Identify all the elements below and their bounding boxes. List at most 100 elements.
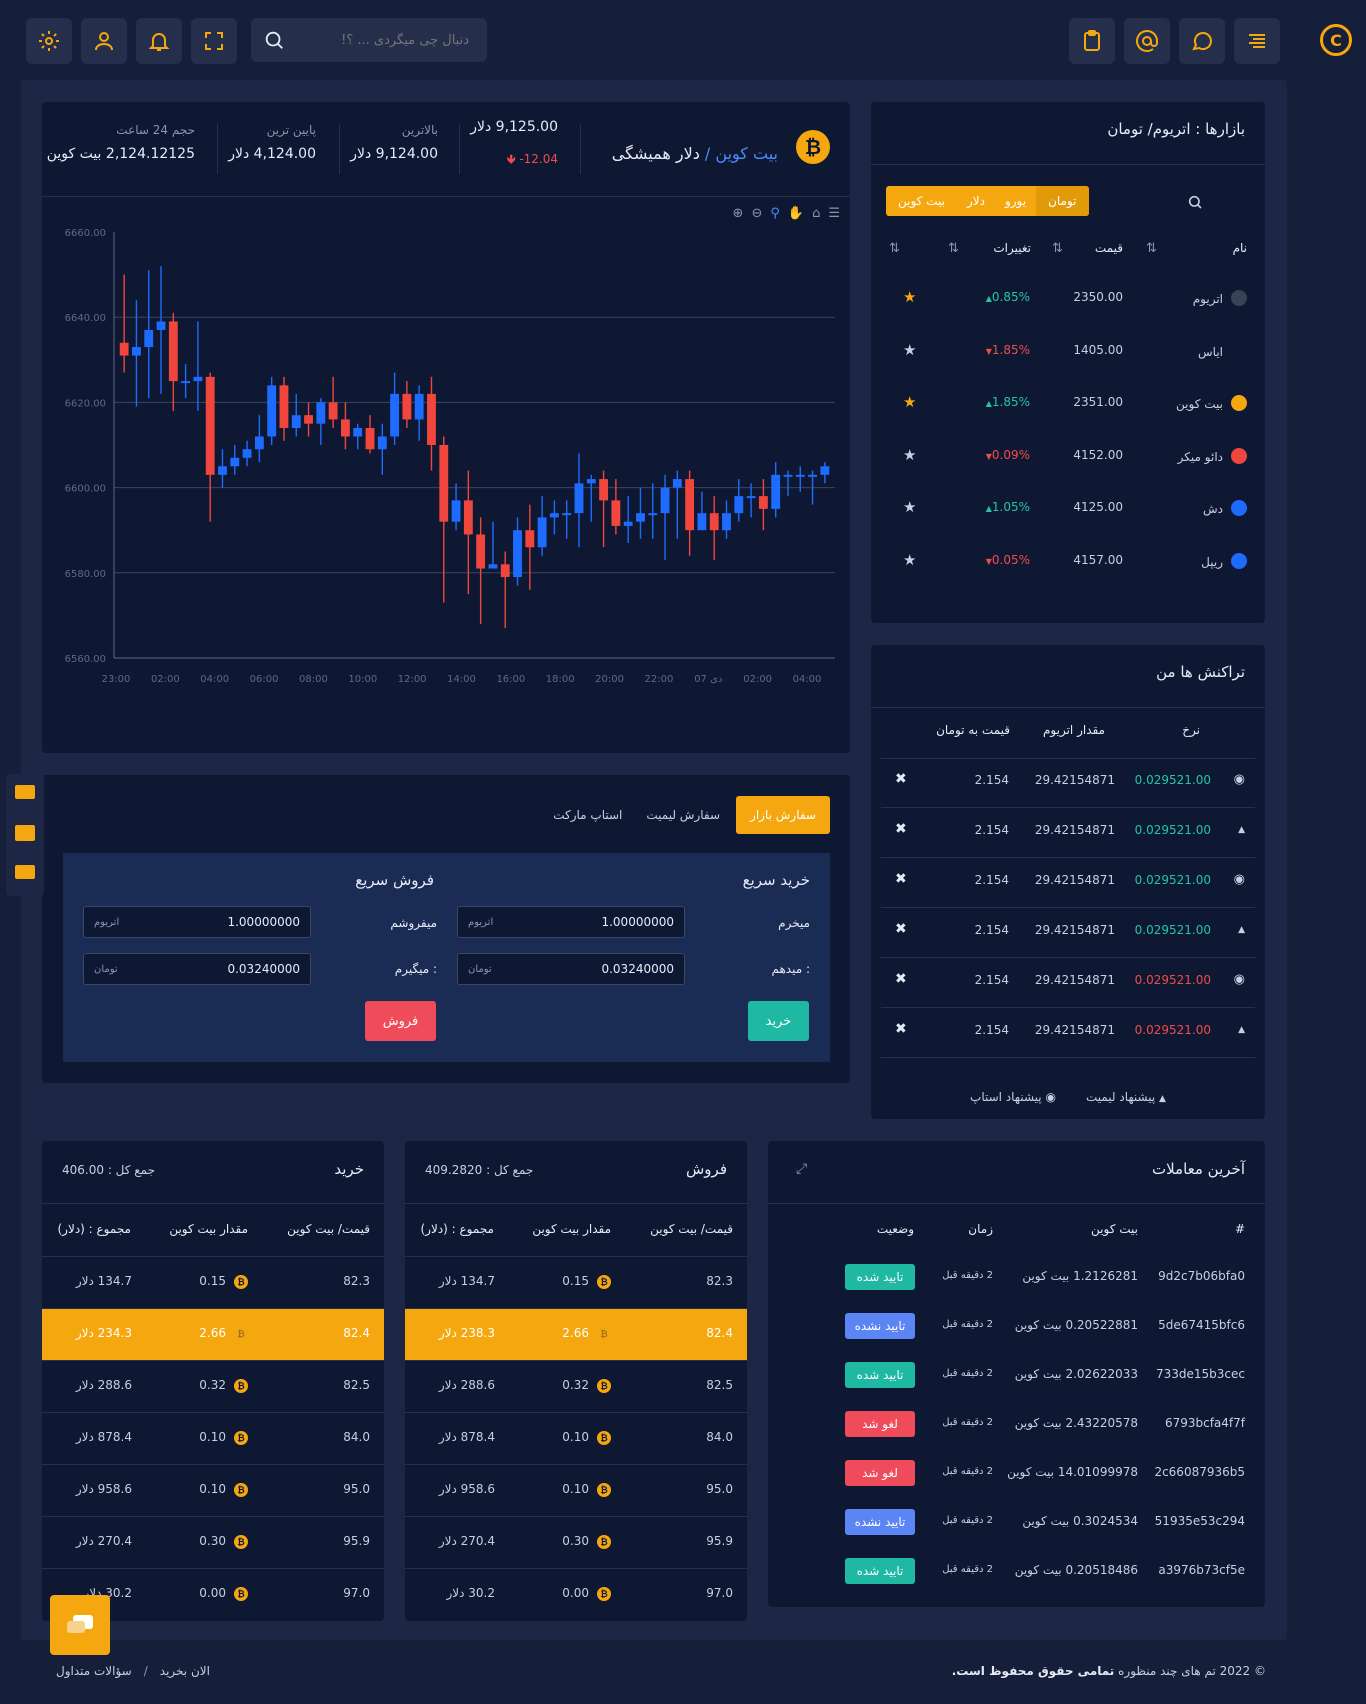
close-icon[interactable]: ✖ (895, 771, 907, 787)
image-icon[interactable] (15, 825, 35, 841)
orderbook-row[interactable]: 95.9 ₿ 0.30 270.4 دلار (405, 1517, 747, 1569)
x-tick-label: 04:00 (793, 674, 822, 685)
menu-button[interactable] (1234, 18, 1280, 64)
triangle-icon: ▲ (1238, 1025, 1245, 1035)
chat-button[interactable] (1179, 18, 1225, 64)
orderbook-row[interactable]: 82.5 ₿ 0.32 288.6 دلار (405, 1361, 747, 1413)
sell-price-field[interactable]: تومان 0.03240000 (83, 953, 311, 985)
settings-button[interactable] (26, 18, 72, 64)
close-icon[interactable]: ✖ (895, 1021, 907, 1037)
ob-price: 82.5 (343, 1378, 370, 1392)
notifications-button[interactable] (136, 18, 182, 64)
search-box[interactable] (251, 18, 487, 62)
tx-price: 2.154 (974, 823, 1009, 837)
tab-bitcoin[interactable]: بیت کوین (886, 186, 957, 216)
logo-icon[interactable]: C (1320, 24, 1352, 56)
star-icon[interactable]: ★ (903, 341, 916, 359)
trade-amount: 2.02622033 بیت کوین (1014, 1367, 1138, 1381)
email-button[interactable] (1124, 18, 1170, 64)
orderbook-row[interactable]: 82.5 ₿ 0.32 288.6 دلار (42, 1361, 384, 1413)
faq-link[interactable]: سؤالات متداول (56, 1664, 132, 1678)
close-icon[interactable]: ✖ (895, 971, 907, 987)
buy-button[interactable]: خرید (748, 1001, 809, 1041)
sort-icon[interactable]: ⇅ (948, 241, 959, 256)
col-name[interactable]: نام (1233, 241, 1247, 255)
chat-bubbles-icon[interactable] (15, 865, 35, 879)
orderbook-row[interactable]: 95.0 ₿ 0.10 958.6 دلار (405, 1465, 747, 1517)
tab-limit-order[interactable]: سفارش لیمیت (638, 808, 728, 822)
orderbook-row[interactable]: 82.3 ₿ 0.15 134.7 دلار (405, 1257, 747, 1309)
trade-time: 2 دقیقه قبل (942, 1466, 993, 1477)
camera-icon[interactable] (15, 785, 35, 799)
tab-stop-market[interactable]: استاپ مارکت (545, 808, 630, 822)
ob-amount: 0.10 (199, 1430, 226, 1444)
star-icon[interactable]: ★ (903, 498, 916, 516)
orderbook-row[interactable]: 97.0 ₿ 0.00 30.2 دلار (405, 1569, 747, 1621)
trade-time: 2 دقیقه قبل (942, 1564, 993, 1575)
orderbook-row[interactable]: 82.3 ₿ 0.15 134.7 دلار (42, 1257, 384, 1309)
sell-button[interactable]: فروش (365, 1001, 436, 1041)
fullscreen-button[interactable] (191, 18, 237, 64)
footer-links: سؤالات متداول / الان بخرید (56, 1664, 210, 1678)
search-icon (265, 31, 283, 49)
trade-id: a3976b73cf5e (1158, 1563, 1245, 1577)
market-row[interactable]: ایاس 1405.00 ▼1.85% ★ (871, 325, 1265, 377)
sell-get-label: میگیرم : (394, 962, 437, 976)
volume-label: حجم 24 ساعت (116, 123, 195, 137)
market-row[interactable]: ریپل 4157.00 ▼0.05% ★ (871, 535, 1265, 587)
search-input[interactable] (285, 32, 475, 48)
tx-rate: 0.029521.00 (1134, 973, 1211, 987)
close-icon[interactable]: ✖ (895, 871, 907, 887)
market-change: ▲1.85% (985, 395, 1030, 409)
market-row[interactable]: دش 4125.00 ▲1.05% ★ (871, 482, 1265, 534)
clipboard-button[interactable] (1069, 18, 1115, 64)
tab-toman[interactable]: تومان (1036, 186, 1089, 216)
sell-amount-field[interactable]: اتریوم 1.00000000 (83, 906, 311, 938)
tab-market-order[interactable]: سفارش بازار (736, 796, 830, 834)
market-row[interactable]: بیت کوین 2351.00 ▲1.85% ★ (871, 377, 1265, 429)
orderbook-row[interactable]: 95.9 ₿ 0.30 270.4 دلار (42, 1517, 384, 1569)
tab-dollar[interactable]: دلار (957, 186, 995, 216)
buy-price-field[interactable]: تومان 0.03240000 (457, 953, 685, 985)
ob-price: 82.3 (706, 1274, 733, 1288)
col-total: مجموع : (دلار) (57, 1222, 132, 1236)
sort-icon[interactable]: ⇅ (1146, 241, 1157, 256)
market-row[interactable]: اتریوم 2350.00 ▲0.85% ★ (871, 272, 1265, 324)
star-icon[interactable]: ★ (903, 446, 916, 464)
orderbook-row[interactable]: 82.4 ₿ 2.66 234.3 دلار (42, 1309, 384, 1361)
search-icon[interactable] (1187, 194, 1203, 210)
x-tick-label: 02:00 (151, 674, 180, 685)
orderbook-row[interactable]: 84.0 ₿ 0.10 878.4 دلار (42, 1413, 384, 1465)
sort-icon[interactable]: ⇅ (889, 241, 900, 256)
ob-amount: 0.32 (562, 1378, 589, 1392)
ob-price: 95.9 (343, 1534, 370, 1548)
gear-icon (39, 31, 59, 51)
buy-amount-field[interactable]: اتریوم 1.00000000 (457, 906, 685, 938)
candle-body (427, 393, 436, 445)
star-icon[interactable]: ★ (903, 288, 916, 306)
expand-icon[interactable]: ⤢ (796, 1161, 807, 1177)
orderbook-row[interactable]: 82.4 ₿ 2.66 238.3 دلار (405, 1309, 747, 1361)
candle-body (734, 496, 744, 514)
tx-price: 2.154 (974, 1023, 1009, 1037)
market-row[interactable]: دائو میکر 4152.00 ▼0.09% ★ (871, 430, 1265, 482)
market-price: 4125.00 (1073, 500, 1123, 514)
tab-euro[interactable]: یورو (995, 186, 1036, 216)
profile-button[interactable] (81, 18, 127, 64)
col-change[interactable]: تغییرات (993, 241, 1031, 255)
sort-icon[interactable]: ⇅ (1052, 241, 1063, 256)
close-icon[interactable]: ✖ (895, 821, 907, 837)
market-price: 4157.00 (1073, 552, 1123, 567)
buy-pay-label: میدهم : (771, 962, 810, 976)
pair-title: بیت کوین / دلار همیشگی (612, 144, 778, 163)
candle-body (254, 436, 264, 450)
orderbook-row[interactable]: 95.0 ₿ 0.10 958.6 دلار (42, 1465, 384, 1517)
star-icon[interactable]: ★ (903, 393, 916, 411)
col-amount: مقدار بیت کوین (532, 1222, 611, 1236)
orderbook-row[interactable]: 84.0 ₿ 0.10 878.4 دلار (405, 1413, 747, 1465)
star-icon[interactable]: ★ (903, 551, 916, 569)
buy-now-link[interactable]: الان بخرید (160, 1664, 210, 1678)
col-price[interactable]: قیمت (1095, 241, 1123, 255)
support-chat-button[interactable] (50, 1595, 110, 1655)
close-icon[interactable]: ✖ (895, 921, 907, 937)
